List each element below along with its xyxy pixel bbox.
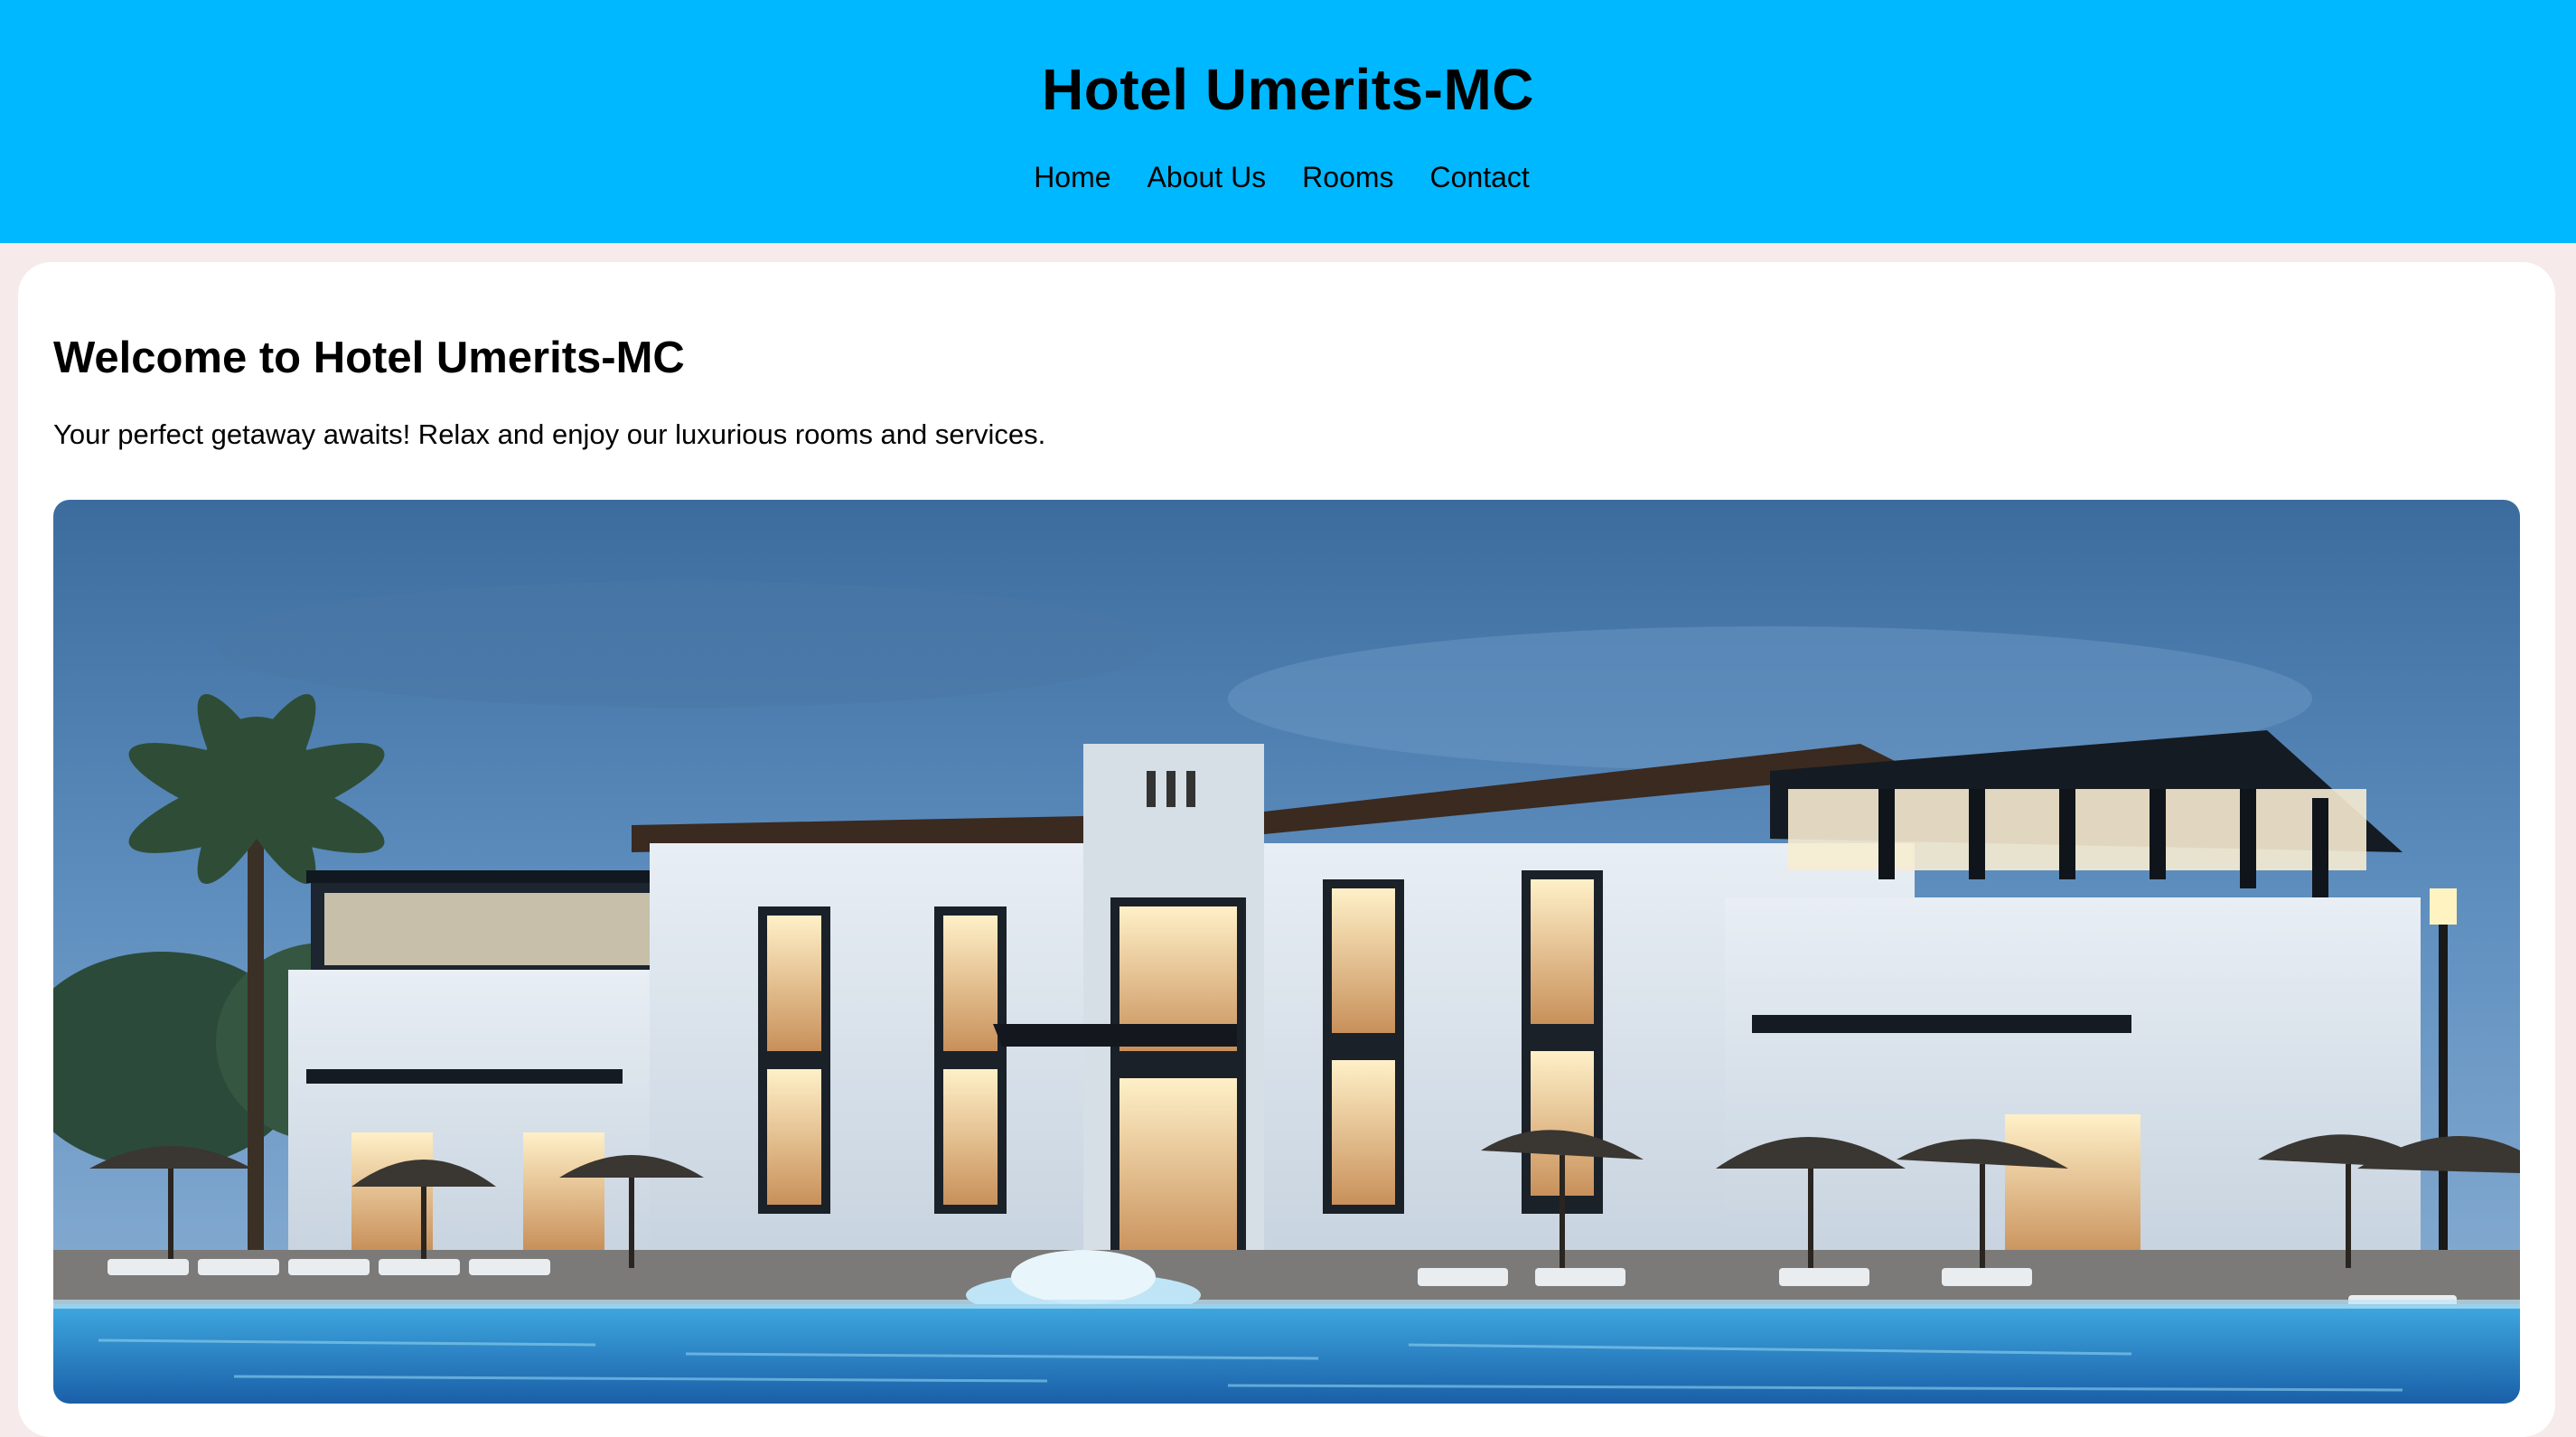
hotel-hero-image — [53, 500, 2520, 1404]
welcome-tagline: Your perfect getaway awaits! Relax and e… — [53, 418, 1046, 450]
welcome-heading: Welcome to Hotel Umerits-MC — [53, 333, 685, 382]
nav-contact-link[interactable]: Contact — [1430, 161, 1530, 194]
nav-home-link[interactable]: Home — [1034, 161, 1110, 194]
main-nav: Home About Us Rooms Contact — [0, 161, 2576, 194]
site-header: Hotel Umerits-MC Home About Us Rooms Con… — [0, 0, 2576, 243]
content-card: Welcome to Hotel Umerits-MC Your perfect… — [18, 262, 2555, 1437]
nav-about-link[interactable]: About Us — [1147, 161, 1267, 194]
nav-rooms-link[interactable]: Rooms — [1302, 161, 1393, 194]
site-title: Hotel Umerits-MC — [1042, 57, 1534, 122]
